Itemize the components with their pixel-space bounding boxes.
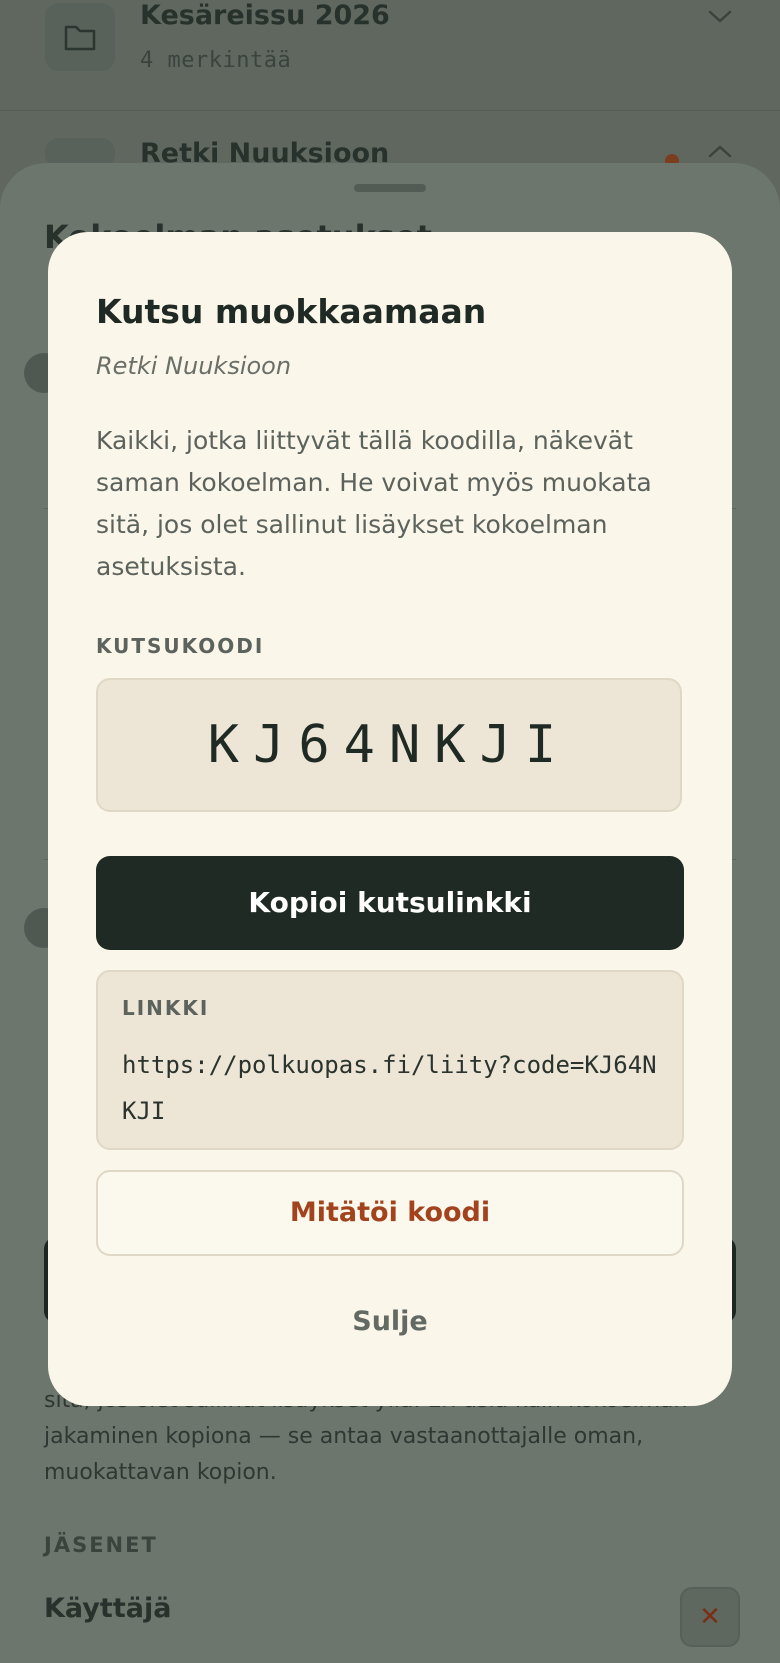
sheet-grabber[interactable] <box>354 184 426 192</box>
divider <box>0 110 780 111</box>
invite-code-box[interactable]: KJ64NKJI <box>96 678 682 812</box>
revoke-code-button[interactable]: Mitätöi koodi <box>96 1170 684 1256</box>
close-button[interactable]: Sulje <box>96 1292 684 1352</box>
close-icon: ✕ <box>699 1602 721 1632</box>
invite-code: KJ64NKJI <box>207 715 571 775</box>
invite-dialog: Kutsu muokkaamaan Retki Nuuksioon Kaikki… <box>48 232 732 1406</box>
list-item[interactable]: Kesäreissu 2026 4 merkintää <box>0 0 780 106</box>
invite-link-label: LINKKI <box>122 996 210 1020</box>
members-label: JÄSENET <box>44 1533 158 1557</box>
dialog-subtitle: Retki Nuuksioon <box>96 352 292 380</box>
dialog-title: Kutsu muokkaamaan <box>96 292 487 331</box>
member-name: Käyttäjä <box>44 1593 172 1624</box>
collection-title: Kesäreissu 2026 <box>140 0 390 31</box>
folder-icon <box>64 25 96 51</box>
dialog-description: Kaikki, jotka liittyvät tällä koodilla, … <box>96 426 652 581</box>
folder-tile <box>45 3 115 71</box>
copy-invite-link-button[interactable]: Kopioi kutsulinkki <box>96 856 684 950</box>
collection-entry-count: 4 merkintää <box>140 48 292 73</box>
copy-invite-link-label: Kopioi kutsulinkki <box>248 886 532 919</box>
invite-link-box[interactable]: LINKKI https://polkuopas.fi/liity?code=K… <box>96 970 684 1150</box>
invite-link-url: https://polkuopas.fi/liity?code=KJ64NKJI <box>122 1051 657 1125</box>
remove-member-button[interactable]: ✕ <box>680 1587 740 1647</box>
chevron-up-icon[interactable] <box>706 142 734 160</box>
revoke-code-label: Mitätöi koodi <box>289 1197 491 1228</box>
close-label: Sulje <box>352 1306 428 1337</box>
invite-code-label: KUTSUKOODI <box>96 634 265 658</box>
chevron-down-icon[interactable] <box>706 8 734 26</box>
